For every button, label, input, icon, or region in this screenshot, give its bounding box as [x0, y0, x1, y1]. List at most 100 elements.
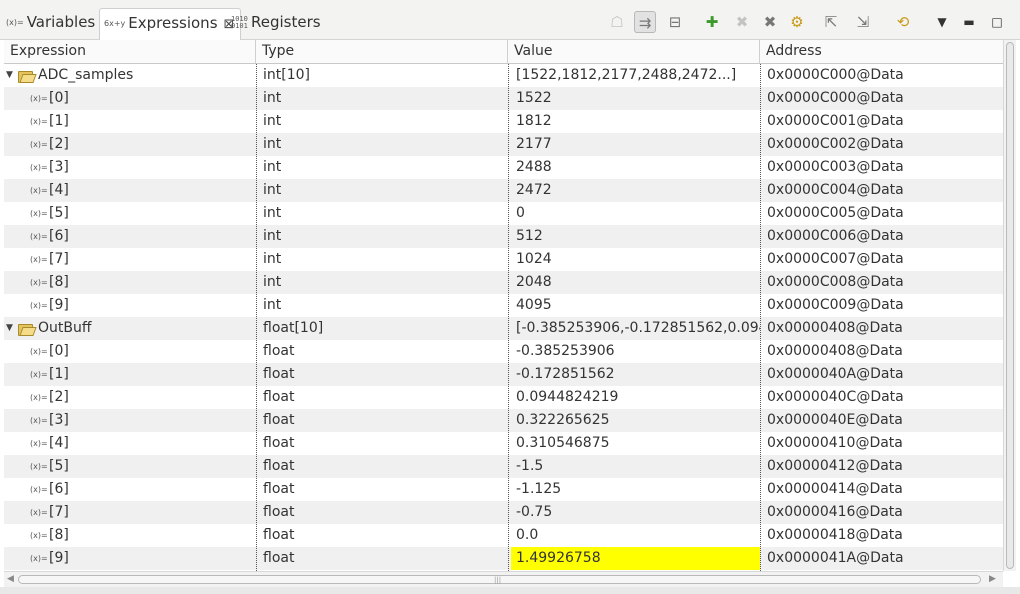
- type-cell: int: [263, 113, 282, 129]
- column-divider: [508, 64, 509, 571]
- table-row[interactable]: (x)= [7] float -0.75 0x00000416@Data: [4, 501, 1003, 524]
- value-cell[interactable]: 0.310546875: [511, 432, 760, 455]
- variable-icon: (x)=: [30, 370, 48, 379]
- value-cell[interactable]: [-0.385253906,-0.172851562,0.0944824219: [511, 317, 760, 340]
- table-row[interactable]: (x)= [4] float 0.310546875 0x00000410@Data: [4, 432, 1003, 455]
- add-expression-icon[interactable]: ✚: [701, 11, 723, 33]
- variable-icon: (x)=: [30, 301, 48, 310]
- remove-all-expressions-icon[interactable]: ✖: [759, 11, 781, 33]
- table-row[interactable]: (x)= [6] float -1.125 0x00000414@Data: [4, 478, 1003, 501]
- column-header-value[interactable]: Value: [508, 40, 760, 63]
- import-expressions-icon[interactable]: ⇱: [820, 11, 842, 33]
- value-cell[interactable]: 2488: [511, 156, 760, 179]
- table-row[interactable]: (x)= [2] int 2177 0x0000C002@Data: [4, 133, 1003, 156]
- value-cell[interactable]: 1024: [511, 248, 760, 271]
- tab-expressions[interactable]: 6x+y Expressions ⊠: [99, 8, 242, 40]
- variable-icon: (x)=: [30, 416, 48, 425]
- variable-icon: (x)=: [30, 531, 48, 540]
- value-cell[interactable]: 2048: [511, 271, 760, 294]
- value-cell[interactable]: 0: [511, 202, 760, 225]
- tab-registers[interactable]: 1010 0101 Registers: [231, 8, 321, 36]
- value-cell[interactable]: 2472: [511, 179, 760, 202]
- scroll-right-icon[interactable]: ▶: [989, 573, 996, 586]
- value-cell[interactable]: -0.385253906: [511, 340, 760, 363]
- variable-icon: (x)=: [30, 232, 48, 241]
- expression-cell: (x)= [6]: [4, 478, 256, 501]
- continuous-refresh-icon[interactable]: ⟲: [892, 11, 914, 33]
- expressions-tree-table: Expression Type Value Address ▼ ADC_sampl…: [4, 40, 1003, 571]
- value-cell[interactable]: 512: [511, 225, 760, 248]
- type-cell: int: [263, 297, 282, 313]
- refresh-expressions-icon[interactable]: ⚙: [786, 11, 808, 33]
- value-cell[interactable]: 0.0: [511, 524, 760, 547]
- table-row[interactable]: (x)= [1] float -0.172851562 0x0000040A@Data: [4, 363, 1003, 386]
- expand-collapse-icon[interactable]: ▼: [6, 317, 13, 340]
- minimize-icon[interactable]: ▬: [958, 11, 980, 33]
- collapse-all-icon[interactable]: ⊟: [664, 11, 686, 33]
- vertical-scroll-thumb[interactable]: [1006, 42, 1014, 569]
- table-row[interactable]: (x)= [5] float -1.5 0x00000412@Data: [4, 455, 1003, 478]
- value-cell[interactable]: -0.172851562: [511, 363, 760, 386]
- value-cell[interactable]: 1812: [511, 110, 760, 133]
- table-row[interactable]: (x)= [8] int 2048 0x0000C008@Data: [4, 271, 1003, 294]
- variables-icon: (x)=: [6, 18, 24, 27]
- column-header-address[interactable]: Address: [760, 40, 1003, 63]
- value-cell[interactable]: 1.49926758: [511, 547, 760, 570]
- table-row[interactable]: (x)= [7] int 1024 0x0000C007@Data: [4, 248, 1003, 271]
- address-cell: 0x00000408@Data: [767, 343, 903, 359]
- tab-registers-label: Registers: [251, 13, 321, 31]
- table-row[interactable]: (x)= [9] float 1.49926758 0x0000041A@Data: [4, 547, 1003, 570]
- element-name: [1]: [49, 366, 69, 382]
- element-name: [8]: [49, 527, 69, 543]
- array-folder-icon: [18, 322, 37, 336]
- address-cell: 0x0000040A@Data: [767, 366, 904, 382]
- scroll-left-icon[interactable]: ◀: [7, 573, 14, 586]
- remove-expression-icon[interactable]: ✖: [731, 11, 753, 33]
- tab-variables[interactable]: (x)= Variables: [6, 8, 95, 36]
- element-name: [0]: [49, 90, 69, 106]
- type-cell: float: [263, 435, 295, 451]
- tree-group-row[interactable]: ▼ ADC_samples int[10] [1522,1812,2177,2488,…: [4, 64, 1003, 87]
- table-row[interactable]: (x)= [8] float 0.0 0x00000418@Data: [4, 524, 1003, 547]
- view-menu-icon[interactable]: ▼: [931, 11, 953, 33]
- table-row[interactable]: (x)= [4] int 2472 0x0000C004@Data: [4, 179, 1003, 202]
- value-cell[interactable]: [1522,1812,2177,2488,2472...]: [511, 64, 760, 87]
- variable-icon: (x)=: [30, 117, 48, 126]
- show-type-names-icon[interactable]: ☖: [606, 11, 628, 33]
- table-row[interactable]: (x)= [3] float 0.322265625 0x0000040E@Data: [4, 409, 1003, 432]
- tree-group-row[interactable]: ▼ OutBuff float[10] [-0.385253906,-0.172851…: [4, 317, 1003, 340]
- table-row[interactable]: (x)= [0] float -0.385253906 0x00000408@Data: [4, 340, 1003, 363]
- export-expressions-icon[interactable]: ⇲: [852, 11, 874, 33]
- value-cell[interactable]: 0.0944824219: [511, 386, 760, 409]
- type-cell: float: [263, 343, 295, 359]
- table-row[interactable]: (x)= [5] int 0 0x0000C005@Data: [4, 202, 1003, 225]
- value-cell[interactable]: -1.125: [511, 478, 760, 501]
- table-row[interactable]: (x)= [0] int 1522 0x0000C000@Data: [4, 87, 1003, 110]
- element-name: [7]: [49, 251, 69, 267]
- value-cell[interactable]: 2177: [511, 133, 760, 156]
- table-row[interactable]: (x)= [9] int 4095 0x0000C009@Data: [4, 294, 1003, 317]
- show-logical-structure-icon[interactable]: ⇉: [634, 11, 656, 33]
- horizontal-scroll-thumb[interactable]: |||: [18, 575, 981, 584]
- value-cell[interactable]: -0.75: [511, 501, 760, 524]
- value-cell[interactable]: -1.5: [511, 455, 760, 478]
- type-cell: float: [263, 366, 295, 382]
- table-row[interactable]: (x)= [1] int 1812 0x0000C001@Data: [4, 110, 1003, 133]
- expand-collapse-icon[interactable]: ▼: [6, 64, 13, 87]
- table-row[interactable]: (x)= [6] int 512 0x0000C006@Data: [4, 225, 1003, 248]
- expression-cell: (x)= [3]: [4, 156, 256, 179]
- vertical-scrollbar[interactable]: [1003, 40, 1016, 571]
- value-cell[interactable]: 0.322265625: [511, 409, 760, 432]
- variable-icon: (x)=: [30, 347, 48, 356]
- address-cell: 0x00000418@Data: [767, 527, 903, 543]
- maximize-icon[interactable]: □: [986, 11, 1008, 33]
- table-row[interactable]: (x)= [2] float 0.0944824219 0x0000040C@Data: [4, 386, 1003, 409]
- element-name: [9]: [49, 550, 69, 566]
- table-row[interactable]: (x)= [3] int 2488 0x0000C003@Data: [4, 156, 1003, 179]
- horizontal-scrollbar[interactable]: ◀ ||| ▶: [4, 571, 1003, 587]
- column-header-type[interactable]: Type: [256, 40, 508, 63]
- value-cell[interactable]: 4095: [511, 294, 760, 317]
- column-header-expression[interactable]: Expression: [4, 40, 256, 63]
- type-cell: int: [263, 182, 282, 198]
- value-cell[interactable]: 1522: [511, 87, 760, 110]
